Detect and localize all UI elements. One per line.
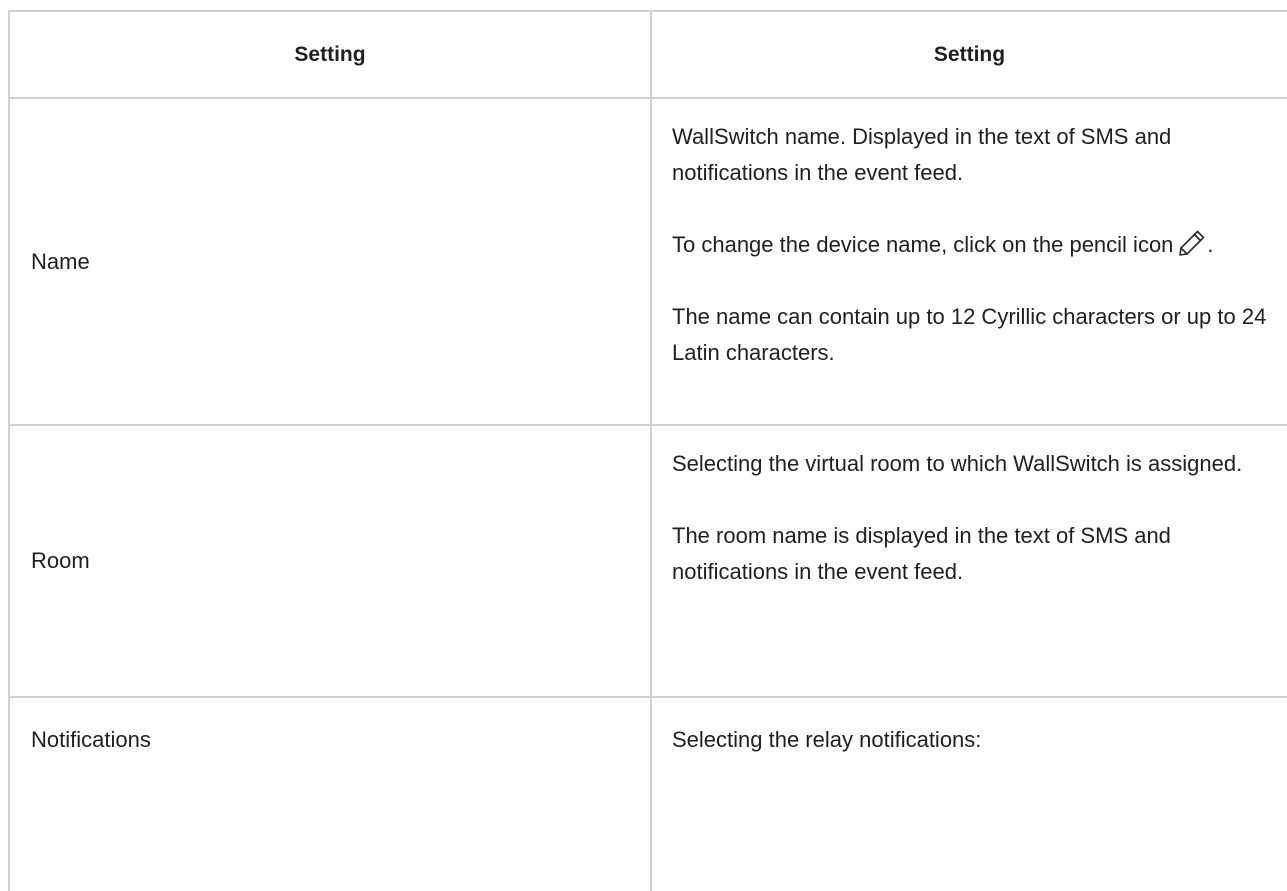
table-row-notifications: Notifications Selecting the relay notifi… [10, 698, 1287, 891]
description-paragraph-with-icon: To change the device name, click on the … [672, 227, 1273, 263]
header-cell-setting-2: Setting [933, 42, 1006, 66]
description-paragraph: Selecting the relay notifications: [672, 727, 982, 752]
description-paragraph: The room name is displayed in the text o… [672, 523, 1171, 584]
description-text-end: . [1207, 232, 1214, 257]
header-cell-setting: Setting [294, 42, 366, 66]
setting-name-cell: Room [10, 426, 650, 696]
setting-name-label: Room [31, 548, 90, 573]
table-row-name: Name WallSwitch name. Displayed in the t… [10, 99, 1287, 426]
settings-table: Setting Setting Name WallSwitch name. Di… [8, 10, 1287, 891]
setting-name-label: Notifications [31, 727, 151, 752]
description-text: To change the device name, click on the … [672, 232, 1174, 257]
description-paragraph: WallSwitch name. Displayed in the text o… [672, 124, 1172, 185]
table-header-row: Setting Setting [10, 12, 1287, 99]
setting-description-cell: Selecting the virtual room to which Wall… [652, 426, 1287, 696]
setting-description-cell: WallSwitch name. Displayed in the text o… [652, 99, 1287, 424]
setting-name-cell: Notifications [10, 698, 650, 891]
pencil-icon [1179, 230, 1205, 256]
description-paragraph: The name can contain up to 12 Cyrillic c… [672, 304, 1267, 365]
description-paragraph: Selecting the virtual room to which Wall… [672, 451, 1243, 476]
setting-name-label: Name [31, 248, 90, 274]
table-row-room: Room Selecting the virtual room to which… [10, 426, 1287, 698]
setting-name-cell: Name [10, 99, 650, 424]
setting-description-cell: Selecting the relay notifications: [652, 698, 1287, 891]
